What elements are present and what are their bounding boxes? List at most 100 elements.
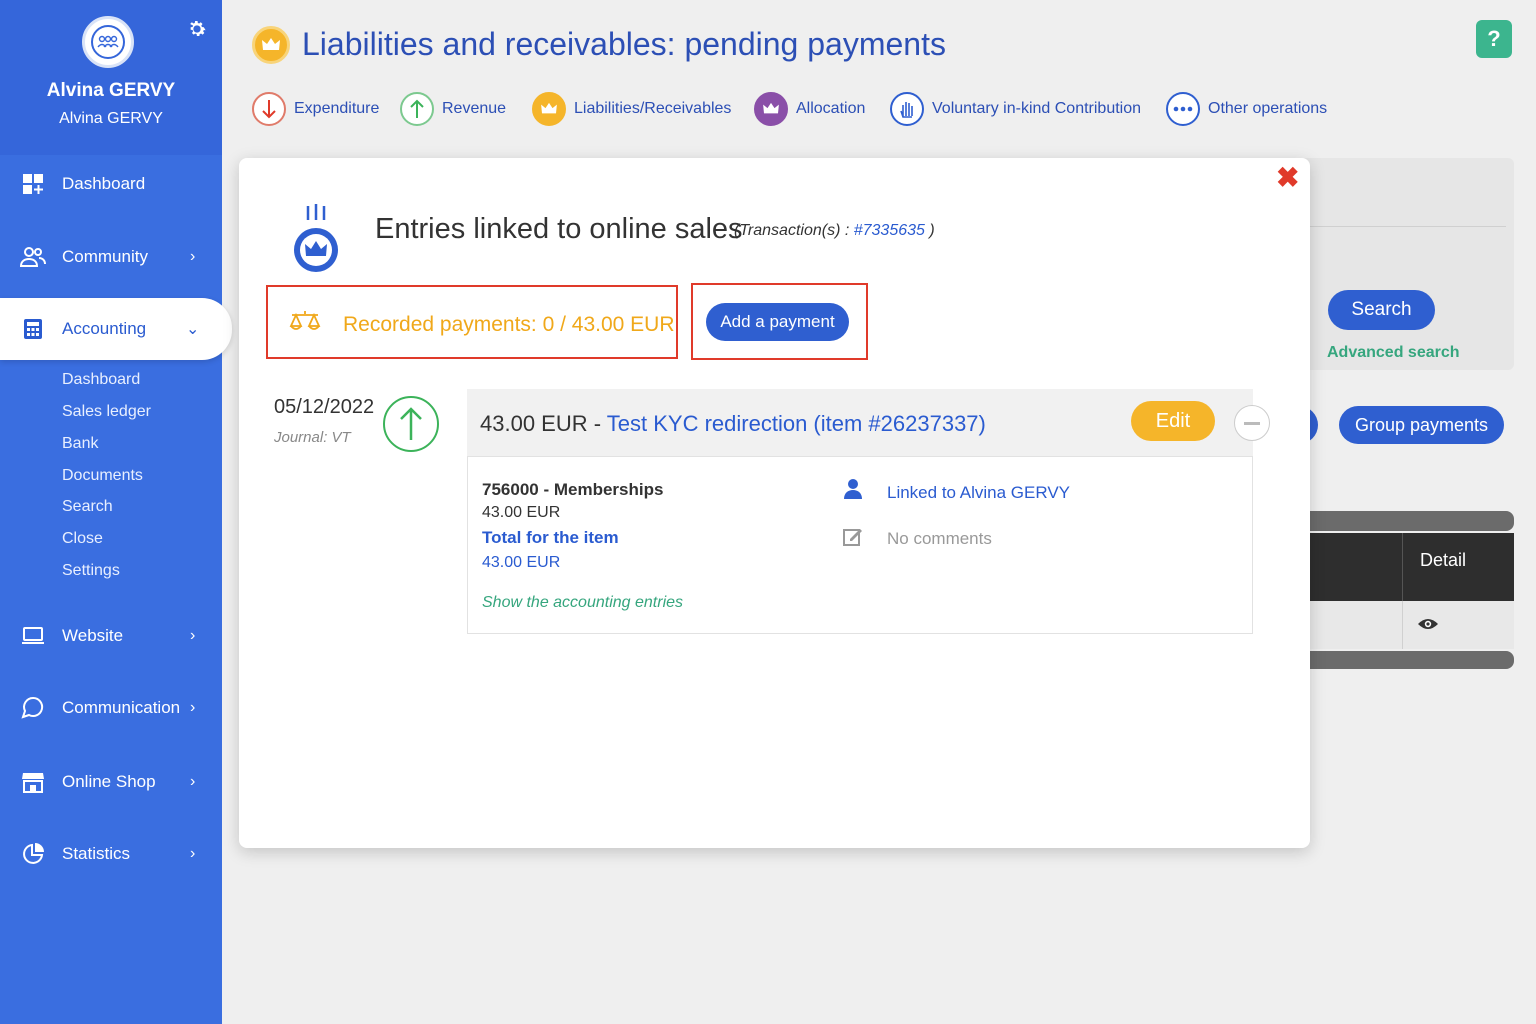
comments-status: No comments (887, 529, 992, 548)
detail-column-header: Detail (1420, 550, 1467, 570)
nav-label: Accounting (62, 319, 147, 338)
subnav-search[interactable]: Search (62, 498, 113, 516)
chevron-down-icon: ⌄ (186, 321, 200, 338)
op-expenditure[interactable]: Expenditure (252, 90, 379, 128)
crown-badge-icon (290, 202, 342, 276)
amount-value: 43.00 EUR (480, 411, 588, 436)
op-label: Expenditure (294, 100, 380, 117)
subnav-dashboard[interactable]: Dashboard (62, 371, 140, 389)
nav-label: Statistics (62, 844, 131, 863)
entry-date: 05/12/2022 (274, 396, 375, 418)
horizontal-scrollbar[interactable] (1300, 511, 1514, 531)
search-panel (1300, 158, 1514, 370)
chevron-right-icon: › (190, 773, 196, 790)
horizontal-scrollbar[interactable] (1300, 651, 1514, 669)
group-payments-button[interactable]: Group payments (1339, 406, 1504, 444)
arrow-down-icon (252, 92, 286, 126)
calculator-icon (20, 316, 46, 342)
nav-online-shop[interactable]: Online Shop › (0, 754, 222, 810)
nav-label: Online Shop (62, 772, 156, 791)
search-button[interactable]: Search (1328, 290, 1435, 330)
page-title: Liabilities and receivables: pending pay… (302, 26, 946, 62)
nav-community[interactable]: Community › (0, 229, 222, 285)
arrow-up-icon (383, 396, 439, 452)
item-link[interactable]: Test KYC redirection (item #26237337) (607, 411, 986, 436)
subnav-close[interactable]: Close (62, 530, 103, 548)
total-label: Total for the item (482, 528, 619, 547)
add-payment-button[interactable]: Add a payment (706, 303, 849, 341)
linked-member-link[interactable]: Linked to Alvina GERVY (887, 483, 1070, 503)
crown-icon (532, 92, 566, 126)
laptop-icon (20, 623, 46, 649)
user-subtitle: Alvina GERVY (59, 110, 163, 127)
user-name: Alvina GERVY (46, 80, 176, 101)
subnav-sales-ledger[interactable]: Sales ledger (62, 403, 151, 421)
scale-icon (288, 309, 322, 335)
nav-label: Communication (62, 698, 181, 717)
advanced-search-link[interactable]: Advanced search (1327, 344, 1460, 362)
show-accounting-entries-link[interactable]: Show the accounting entries (482, 594, 683, 612)
modal-title: Entries linked to online sales (375, 213, 743, 245)
op-label: Revenue (442, 100, 507, 117)
nav-label: Website (62, 626, 124, 645)
edit-button[interactable]: Edit (1131, 401, 1215, 441)
subnav-bank[interactable]: Bank (62, 435, 98, 453)
gear-icon[interactable] (186, 18, 208, 40)
divider (1402, 601, 1403, 649)
chevron-right-icon: › (190, 699, 196, 716)
nav-communication[interactable]: Communication › (0, 680, 222, 736)
sidebar: Alvina GERVY Alvina GERVY Dashboard Comm… (0, 0, 232, 1024)
chevron-right-icon: › (190, 627, 196, 644)
op-other[interactable]: Other operations (1166, 90, 1327, 128)
recorded-payments: Recorded payments: 0 / 43.00 EUR (343, 313, 675, 336)
total-amount: 43.00 EUR (482, 554, 561, 571)
op-liabilities[interactable]: Liabilities/Receivables (532, 90, 731, 128)
divider (1310, 226, 1506, 227)
op-label: Other operations (1208, 100, 1328, 117)
avatar[interactable] (82, 16, 134, 68)
amount-separator: - (587, 411, 607, 436)
op-label: Voluntary in-kind Contribution (932, 100, 1142, 117)
chevron-right-icon: › (190, 845, 196, 862)
crown-icon (252, 26, 290, 64)
nav-dashboard[interactable]: Dashboard (0, 156, 222, 212)
table-row (1300, 601, 1514, 649)
hand-icon (890, 92, 924, 126)
sidebar-profile: Alvina GERVY Alvina GERVY (0, 0, 222, 155)
op-revenue[interactable]: Revenue (400, 90, 506, 128)
entry-amount: 43.00 EUR - Test KYC redirection (item #… (480, 411, 986, 437)
community-avatar-icon (91, 25, 125, 59)
close-icon[interactable]: ✖ (1276, 164, 1299, 192)
pie-chart-icon (20, 841, 46, 867)
subnav-settings[interactable]: Settings (62, 562, 120, 580)
account-code: 756000 - Memberships (482, 480, 664, 499)
help-button[interactable]: ? (1476, 20, 1512, 58)
nav-statistics[interactable]: Statistics › (0, 826, 222, 882)
transaction-prefix: (Transaction(s) : (734, 222, 854, 239)
recorded-payments-highlight: Recorded payments: 0 / 43.00 EUR (266, 285, 678, 359)
subnav-documents[interactable]: Documents (62, 467, 143, 485)
collapse-button[interactable] (1234, 405, 1270, 441)
divider (1402, 533, 1403, 601)
shop-icon (20, 769, 46, 795)
more-dots-icon (1166, 92, 1200, 126)
nav-label: Dashboard (62, 174, 146, 193)
arrow-up-icon (400, 92, 434, 126)
table-header (1300, 533, 1514, 601)
chat-icon (20, 695, 46, 721)
nav-label: Community (62, 247, 148, 266)
op-label: Liabilities/Receivables (574, 100, 732, 117)
user-icon (842, 478, 864, 500)
eye-icon[interactable] (1417, 617, 1439, 631)
transaction-link[interactable]: #7335635 (854, 222, 925, 239)
op-allocation[interactable]: Allocation (754, 90, 865, 128)
op-voluntary-contribution[interactable]: Voluntary in-kind Contribution (890, 90, 1141, 128)
dashboard-icon (20, 171, 46, 197)
transaction-suffix: ) (924, 222, 935, 239)
allocation-icon (754, 92, 788, 126)
nav-accounting[interactable]: Accounting ⌄ (0, 298, 232, 360)
edit-note-icon (842, 526, 864, 548)
nav-website[interactable]: Website › (0, 608, 222, 664)
account-amount: 43.00 EUR (482, 504, 561, 521)
people-icon (20, 244, 46, 270)
